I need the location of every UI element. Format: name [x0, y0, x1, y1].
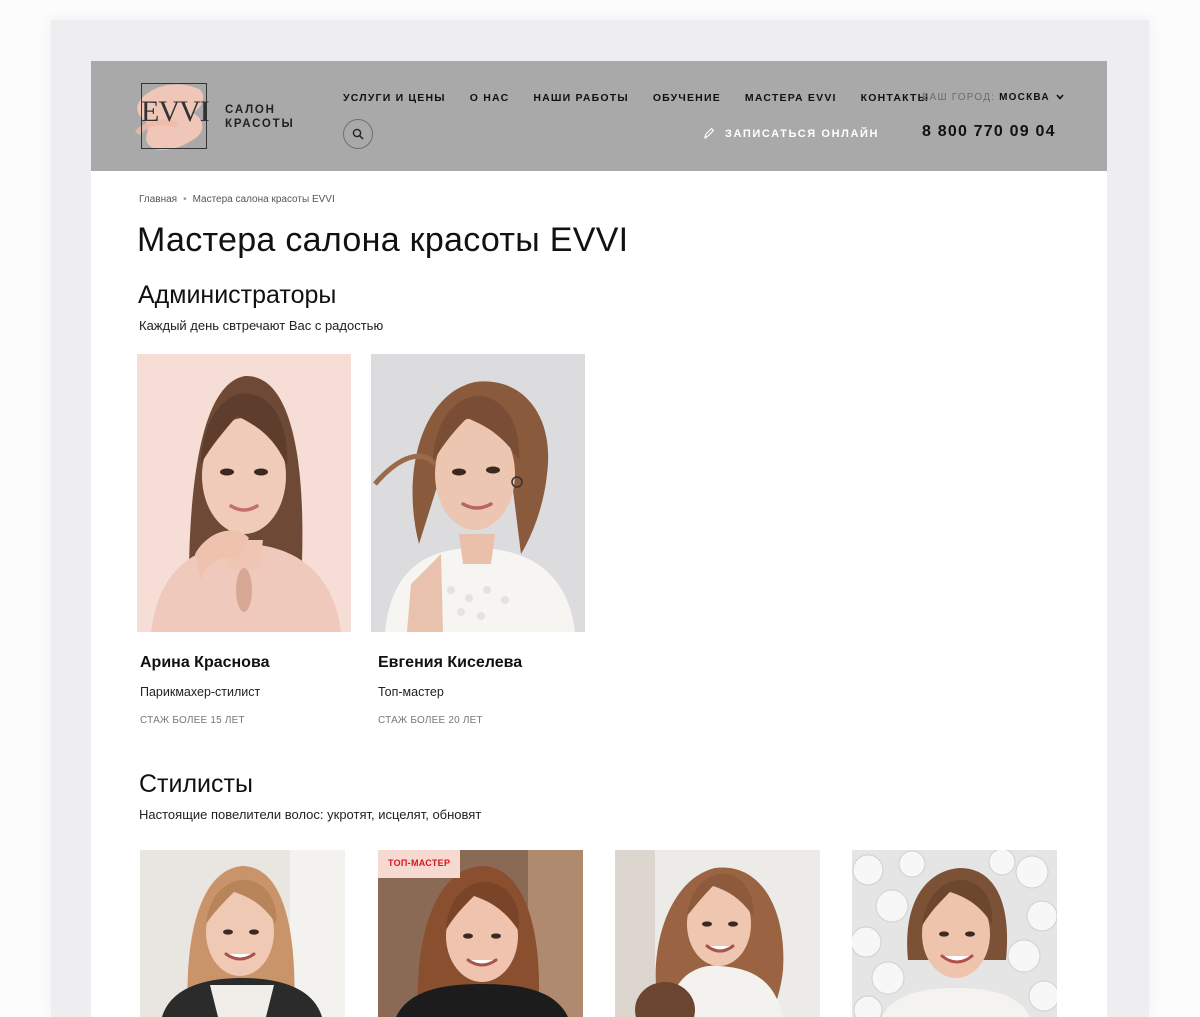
search-button[interactable] — [343, 119, 373, 149]
section-subtitle-admins: Каждый день свтречают Вас с радостью — [139, 318, 384, 333]
page-title: Мастера салона красоты EVVI — [137, 221, 629, 259]
main-nav: УСЛУГИ И ЦЕНЫ О НАС НАШИ РАБОТЫ ОБУЧЕНИЕ… — [343, 92, 953, 104]
nav-item-services[interactable]: УСЛУГИ И ЦЕНЫ — [343, 92, 446, 104]
master-experience: СТАЖ БОЛЕЕ 15 ЛЕТ — [140, 715, 245, 726]
breadcrumb-current: Мастера салона красоты EVVI — [192, 194, 335, 205]
master-photo — [615, 850, 820, 1017]
master-card[interactable] — [615, 850, 820, 1017]
breadcrumb-separator: • — [183, 194, 187, 205]
nav-item-works[interactable]: НАШИ РАБОТЫ — [533, 92, 628, 104]
nav-item-training[interactable]: ОБУЧЕНИЕ — [653, 92, 721, 104]
nav-item-about[interactable]: О НАС — [470, 92, 510, 104]
master-card[interactable] — [852, 850, 1057, 1017]
section-title-admins: Администраторы — [138, 281, 337, 309]
master-name: Евгения Киселева — [378, 654, 523, 671]
logo-mark: EVVI — [141, 95, 210, 128]
master-photo — [137, 354, 351, 632]
logo-caption-line2: КРАСОТЫ — [225, 118, 295, 130]
logo-caption-line1: САЛОН — [225, 104, 276, 116]
city-value: МОСКВА — [999, 92, 1050, 103]
master-photo — [371, 354, 585, 632]
logo[interactable]: EVVI САЛОН КРАСОТЫ — [131, 75, 293, 155]
site-header: EVVI САЛОН КРАСОТЫ УСЛУГИ И ЦЕНЫ О НАС Н… — [91, 61, 1107, 171]
nav-item-masters[interactable]: МАСТЕРА EVVI — [745, 92, 837, 104]
page: EVVI САЛОН КРАСОТЫ УСЛУГИ И ЦЕНЫ О НАС Н… — [91, 61, 1107, 1017]
master-card[interactable]: Арина Краснова Парикмахер-стилист СТАЖ Б… — [137, 354, 351, 734]
section-title-stylists: Стилисты — [139, 770, 253, 798]
book-online-label: ЗАПИСАТЬСЯ ОНЛАЙН — [725, 128, 880, 140]
search-icon — [352, 128, 364, 140]
city-label: ВАШ ГОРОД: — [922, 92, 996, 103]
logo-caption: САЛОН КРАСОТЫ — [225, 103, 295, 131]
city-selector[interactable]: ВАШ ГОРОД: МОСКВА — [922, 92, 1064, 103]
master-experience: СТАЖ БОЛЕЕ 20 ЛЕТ — [378, 715, 483, 726]
book-online-button[interactable]: ЗАПИСАТЬСЯ ОНЛАЙН — [703, 127, 879, 140]
master-card[interactable]: Евгения Киселева Топ-мастер СТАЖ БОЛЕЕ 2… — [371, 354, 585, 734]
master-name: Арина Краснова — [140, 654, 270, 671]
phone-number[interactable]: 8 800 770 09 04 — [922, 123, 1056, 141]
master-card[interactable]: ТОП-МАСТЕР — [378, 850, 583, 1017]
master-role: Топ-мастер — [378, 685, 444, 699]
section-subtitle-stylists: Настоящие повелители волос: укротят, исц… — [139, 807, 482, 822]
master-photo — [140, 850, 345, 1017]
breadcrumb: Главная • Мастера салона красоты EVVI — [139, 194, 335, 205]
chevron-down-icon — [1056, 94, 1064, 100]
breadcrumb-home[interactable]: Главная — [139, 194, 177, 205]
nav-item-contacts[interactable]: КОНТАКТЫ — [861, 92, 929, 104]
pencil-icon — [704, 127, 715, 139]
master-role: Парикмахер-стилист — [140, 685, 261, 699]
master-photo — [852, 850, 1057, 1017]
master-card[interactable] — [140, 850, 345, 1017]
top-master-badge: ТОП-МАСТЕР — [378, 850, 461, 878]
